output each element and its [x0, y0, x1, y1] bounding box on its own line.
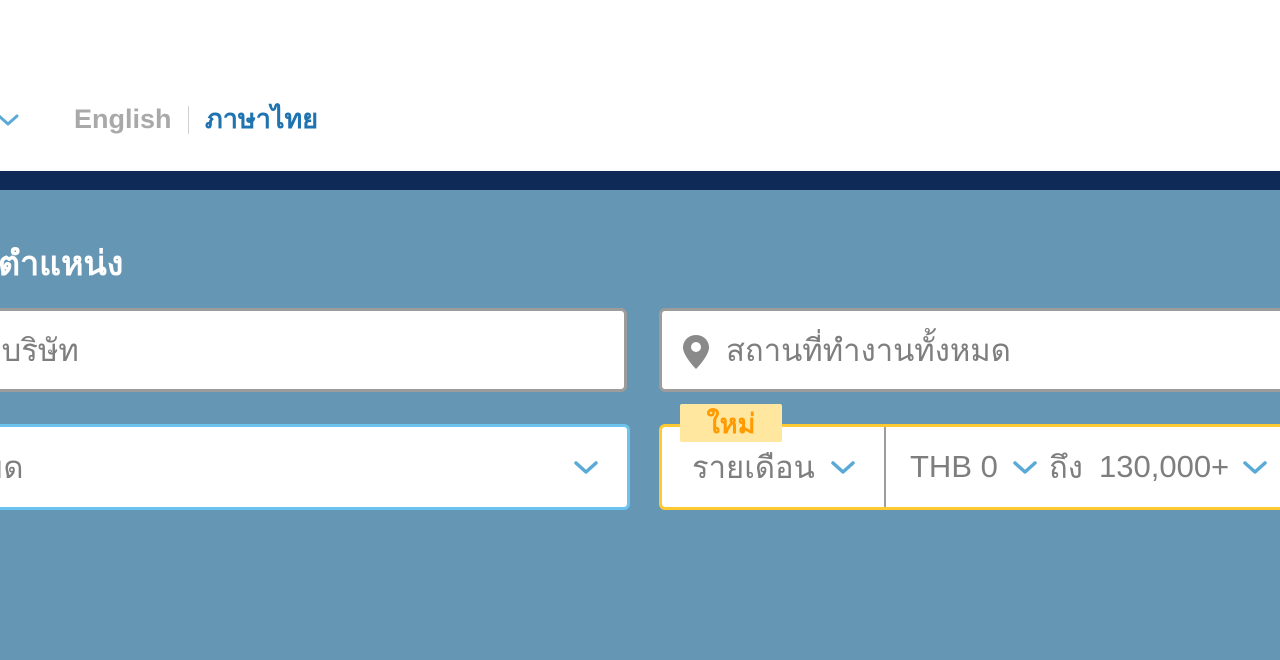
location-pin-icon — [681, 333, 711, 371]
search-panel-title: ตำแหน่ง — [0, 245, 124, 283]
chevron-down-icon[interactable] — [0, 108, 20, 132]
salary-to-label: ถึง — [1049, 450, 1083, 485]
location-search-input[interactable]: สถานที่ทำงานทั้งหมด — [659, 308, 1280, 392]
salary-type-label: รายเดือน — [692, 450, 815, 485]
chevron-down-icon[interactable] — [1012, 459, 1038, 477]
salary-range: THB 0 ถึง 130,000+ — [886, 427, 1280, 507]
classification-select[interactable]: มด — [0, 424, 630, 510]
language-divider — [188, 106, 189, 134]
keyword-search-input[interactable]: อบริษัท — [0, 308, 627, 392]
classification-value: มด — [0, 450, 24, 485]
language-thai-link[interactable]: ภาษาไทย — [205, 102, 318, 136]
salary-min-select[interactable]: THB 0 — [910, 427, 998, 507]
chevron-down-icon — [830, 459, 856, 477]
salary-max-select[interactable]: 130,000+ — [1099, 427, 1229, 507]
chevron-down-icon[interactable] — [1242, 459, 1268, 477]
new-badge: ใหม่ — [680, 404, 782, 442]
site-header: English ภาษาไทย — [0, 0, 1280, 171]
location-placeholder: สถานที่ทำงานทั้งหมด — [726, 333, 1011, 368]
chevron-down-icon — [573, 459, 599, 477]
language-english-link[interactable]: English — [74, 102, 172, 136]
navbar-strip — [0, 171, 1280, 190]
keyword-placeholder: อบริษัท — [0, 333, 79, 368]
